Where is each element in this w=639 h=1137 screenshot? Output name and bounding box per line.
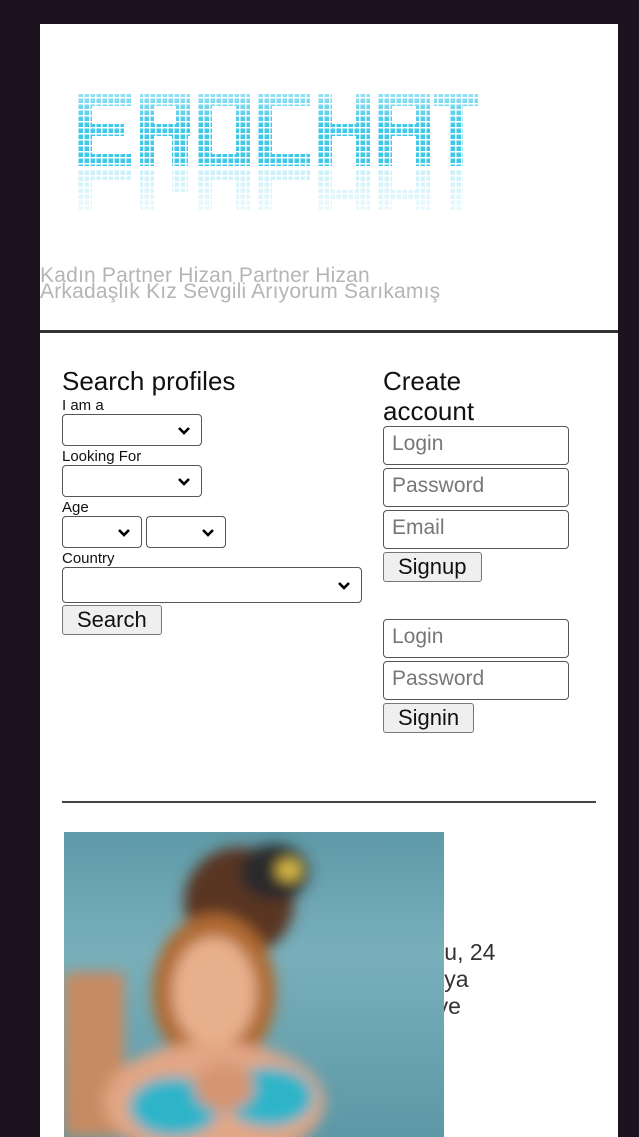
site-logo[interactable] bbox=[78, 86, 478, 241]
site-header: Kadın Partner Hizan Partner Hizan Arkada… bbox=[40, 24, 618, 333]
signup-button[interactable]: Signup bbox=[383, 552, 482, 582]
profile-photo-image bbox=[64, 844, 324, 1137]
age-to-select[interactable] bbox=[146, 516, 226, 548]
signup-email-field[interactable]: Email bbox=[383, 510, 569, 549]
looking-select[interactable] bbox=[62, 465, 202, 497]
logo-image bbox=[78, 86, 478, 236]
age-range bbox=[62, 516, 362, 548]
chevron-down-icon bbox=[178, 427, 190, 435]
iam-label: I am a bbox=[62, 397, 104, 414]
looking-label: Looking For bbox=[62, 448, 142, 465]
age-label: Age bbox=[62, 499, 89, 516]
chevron-down-icon bbox=[338, 582, 350, 590]
signup-login-field[interactable]: Login bbox=[383, 426, 569, 465]
search-form: Search profiles I am a Looking For Age C… bbox=[62, 366, 362, 635]
page-frame: Kadın Partner Hizan Partner Hizan Arkada… bbox=[40, 24, 618, 1137]
account-forms: Create account Login Password Email Sign… bbox=[383, 366, 569, 733]
iam-select[interactable] bbox=[62, 414, 202, 446]
signin-login-field[interactable]: Login bbox=[383, 619, 569, 658]
signin-password-field[interactable]: Password bbox=[383, 661, 569, 700]
create-account-title: Create account bbox=[383, 366, 475, 426]
country-label: Country bbox=[62, 550, 115, 567]
signup-password-field[interactable]: Password bbox=[383, 468, 569, 507]
chevron-down-icon bbox=[202, 529, 214, 537]
chevron-down-icon bbox=[118, 529, 130, 537]
tagline-2: Arkadaşlık Kız Sevgili Arıyorum Sarıkamı… bbox=[40, 280, 441, 303]
country-select[interactable] bbox=[62, 567, 362, 603]
chevron-down-icon bbox=[178, 478, 190, 486]
section-divider bbox=[62, 801, 596, 803]
age-from-select[interactable] bbox=[62, 516, 142, 548]
search-button[interactable]: Search bbox=[62, 605, 162, 635]
search-title: Search profiles bbox=[62, 366, 236, 396]
profile-photo[interactable] bbox=[64, 832, 444, 1137]
signin-button[interactable]: Signin bbox=[383, 703, 475, 733]
